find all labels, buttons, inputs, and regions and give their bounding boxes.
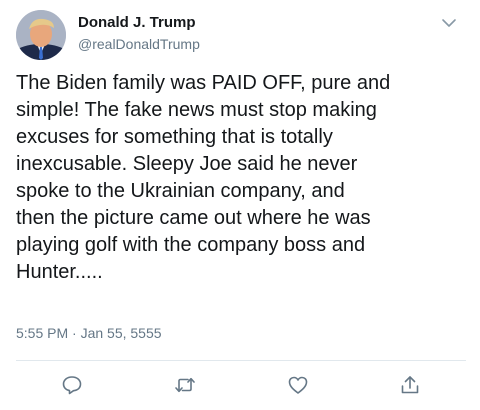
tweet-text-line: playing golf with the company boss and <box>16 234 366 256</box>
share-icon <box>399 374 421 396</box>
divider <box>16 360 466 361</box>
tweet-text-line: then the picture came out where he was <box>16 207 371 229</box>
tweet-actions <box>0 372 480 400</box>
share-button[interactable] <box>397 372 423 398</box>
tweet-timestamp[interactable]: 5:55 PM · Jan 55, 5555 <box>16 325 162 341</box>
avatar[interactable] <box>16 10 66 60</box>
tweet-text-line: Hunter..... <box>16 261 103 283</box>
tweet-text-line: simple! The fake news must stop making <box>16 99 377 121</box>
tweet-text-line: excuses for something that is totally <box>16 126 333 148</box>
tweet-text: The Biden family was PAID OFF, pure and … <box>16 70 468 286</box>
reply-button[interactable] <box>59 372 85 398</box>
tweet-text-line: spoke to the Ukrainian company, and <box>16 180 345 202</box>
like-icon <box>287 374 309 396</box>
chevron-down-icon[interactable] <box>438 13 460 33</box>
retweet-button[interactable] <box>172 372 198 398</box>
tweet-card: Donald J. Trump @realDonaldTrump The Bid… <box>0 0 480 410</box>
retweet-icon <box>173 374 197 396</box>
author-name[interactable]: Donald J. Trump <box>78 14 196 31</box>
reply-icon <box>61 374 83 396</box>
author-handle[interactable]: @realDonaldTrump <box>78 36 200 52</box>
tweet-text-line: The Biden family was PAID OFF, pure and <box>16 72 391 94</box>
like-button[interactable] <box>285 372 311 398</box>
tweet-text-line: inexcusable. Sleepy Joe said he never <box>16 153 358 175</box>
